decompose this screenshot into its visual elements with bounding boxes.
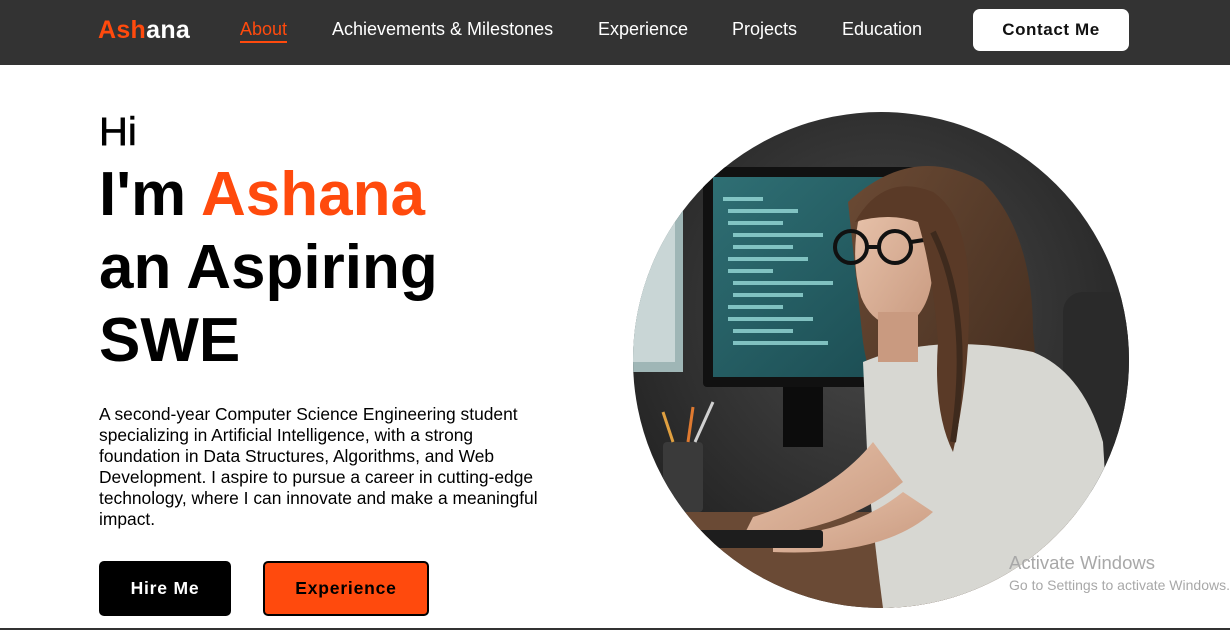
hero-headline-line3: SWE — [99, 306, 241, 375]
hero-name: Ashana — [201, 160, 425, 229]
activate-windows-title: Activate Windows — [1009, 552, 1155, 573]
hero-greeting: Hi — [99, 110, 137, 155]
nav-link-achievements[interactable]: Achievements & Milestones — [332, 19, 553, 40]
logo-accent-text: Ash — [98, 16, 147, 44]
hero-im-prefix: I'm — [99, 160, 202, 229]
nav-link-projects[interactable]: Projects — [732, 19, 797, 40]
logo-text: ana — [146, 16, 191, 44]
hero-bio: A second-year Computer Science Engineeri… — [99, 404, 538, 529]
nav-link-about[interactable]: About — [240, 19, 288, 43]
contact-me-button[interactable]: Contact Me — [973, 9, 1129, 51]
hire-me-button[interactable]: Hire Me — [99, 561, 231, 616]
nav-link-education[interactable]: Education — [842, 19, 922, 40]
site-logo[interactable]: Ashana — [98, 16, 190, 45]
experience-button[interactable]: Experience — [263, 561, 429, 616]
hero-headline-name: I'm Ashana — [99, 160, 425, 230]
profile-photo — [633, 112, 1129, 608]
nav-link-experience[interactable]: Experience — [598, 19, 688, 40]
activate-windows-subtitle: Go to Settings to activate Windows. — [1009, 577, 1230, 593]
navbar: Ashana About Achievements & Milestones E… — [0, 0, 1230, 65]
hero-headline-line2: an Aspiring — [99, 233, 438, 302]
